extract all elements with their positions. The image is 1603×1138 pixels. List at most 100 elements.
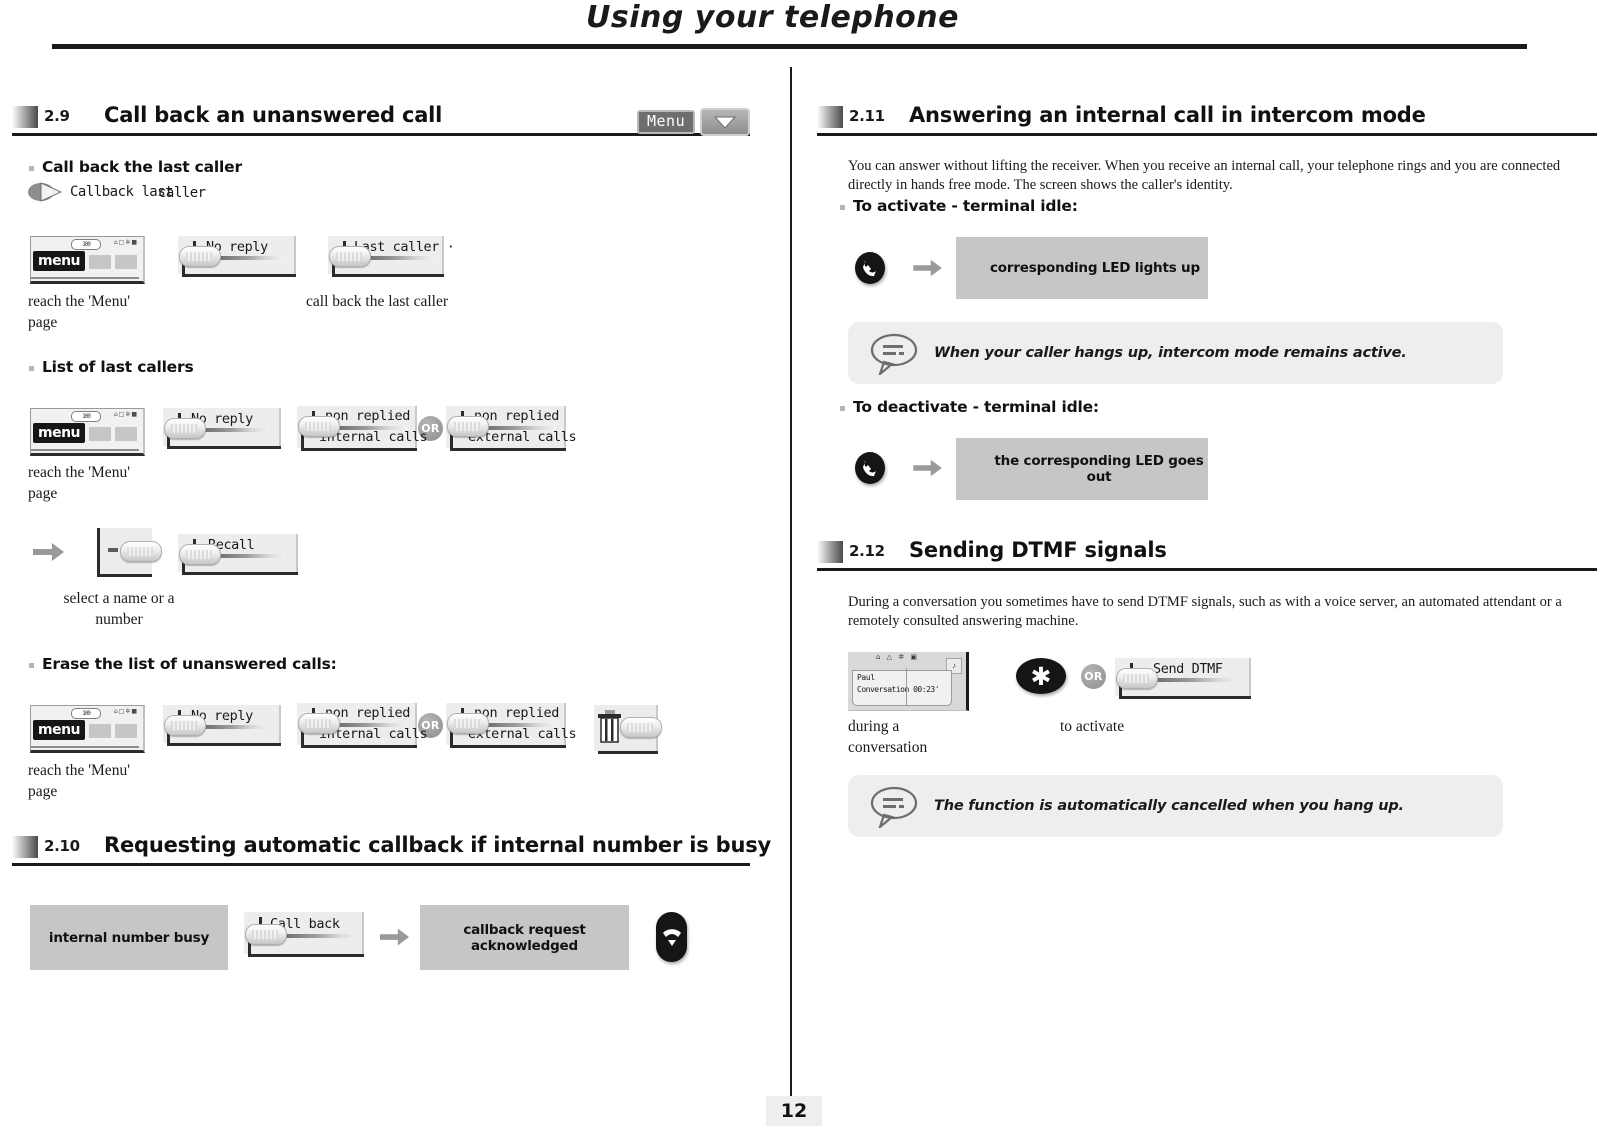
- softkey-non-replied-internal-calls-2[interactable]: non replied internal calls: [297, 703, 428, 748]
- softkey-line: [201, 725, 269, 729]
- display-status-icons: ⌂□✲■: [113, 708, 138, 715]
- softkey-recall[interactable]: Recall: [178, 534, 298, 575]
- caption-reach-menu-page-1: reach the 'Menu' page: [28, 291, 158, 333]
- section-number: 2.12: [849, 542, 885, 560]
- section-number: 2.9: [44, 107, 70, 125]
- section-rule: [12, 863, 750, 866]
- star-key[interactable]: ✱: [1016, 658, 1066, 694]
- section-rule: [817, 568, 1597, 571]
- menu-badge-label: Menu: [637, 110, 696, 134]
- display-block-b: [115, 255, 137, 269]
- softkey-no-reply-2[interactable]: No reply: [163, 408, 281, 449]
- softkey-knob-texture: [305, 422, 331, 431]
- softkey-knob-texture: [454, 719, 480, 728]
- softkey-no-reply-1[interactable]: No reply: [178, 236, 296, 277]
- softkey-knob-texture: [305, 719, 331, 728]
- softkey-knob[interactable]: [164, 715, 206, 736]
- navigator-select-widget[interactable]: [97, 528, 162, 577]
- section-rule: [817, 133, 1597, 136]
- softkey-knob[interactable]: [620, 717, 662, 738]
- note-text: When your caller hangs up, intercom mode…: [934, 345, 1407, 361]
- display-block-b: [115, 724, 137, 738]
- softkey-knob[interactable]: [245, 924, 287, 945]
- page-number: 12: [766, 1096, 822, 1126]
- note-bubble-icon: [870, 333, 918, 375]
- softkey-line: [201, 428, 269, 432]
- caption-to-activate: to activate: [1060, 718, 1125, 735]
- softkey-knob[interactable]: [298, 416, 340, 437]
- softkey-knob-texture: [252, 930, 278, 939]
- softkey-knob[interactable]: [298, 713, 340, 734]
- caption-reach-menu-page-2: reach the 'Menu' page: [28, 464, 130, 502]
- phone-display-menu-page-2: 100 ⌂□✲■ menu: [30, 408, 145, 456]
- softkey-knob-texture: [627, 723, 653, 732]
- status-led-goes-out: the corresponding LED goes out: [956, 438, 1208, 500]
- note-text: The function is automatically cancelled …: [934, 798, 1404, 814]
- display-block-a: [89, 724, 111, 738]
- arrow-right-icon: [913, 259, 942, 277]
- subhead-to-deactivate: To deactivate - terminal idle:: [840, 398, 1099, 416]
- hang-up-key[interactable]: [656, 912, 687, 962]
- or-badge-3: OR: [1081, 664, 1106, 689]
- navigator-knob[interactable]: [120, 541, 162, 562]
- note-intercom-remains-active: When your caller hangs up, intercom mode…: [848, 322, 1503, 384]
- display-pill-icon: 100: [71, 708, 101, 719]
- softkey-knob[interactable]: [447, 416, 489, 437]
- subhead-call-back-last-caller: Call back the last caller: [29, 158, 242, 176]
- softkey-line: [366, 256, 434, 260]
- intercom-key-deactivate[interactable]: [855, 452, 885, 484]
- softkey-knob[interactable]: [447, 713, 489, 734]
- handset-icon: [863, 260, 876, 277]
- section-swatch: [12, 836, 38, 858]
- note-bubble-icon: [870, 786, 918, 828]
- softkey-call-back[interactable]: Call back: [244, 912, 364, 957]
- softkey-non-replied-external-calls-1[interactable]: non replied external calls: [446, 406, 577, 451]
- arrow-right-icon: [913, 459, 942, 477]
- softkey-knob[interactable]: [164, 418, 206, 439]
- chevron-down-icon[interactable]: [700, 108, 751, 136]
- handset-down-icon: [662, 929, 681, 946]
- navigator-dash-icon: [108, 548, 118, 552]
- softkey-knob[interactable]: [179, 246, 221, 267]
- display-vertical-separator: [906, 668, 907, 706]
- phone-display-menu-page-1: 100 ⌂□✲■ menu: [30, 236, 145, 284]
- feature-code-caller: caller: [158, 185, 206, 201]
- section-title: Answering an internal call in intercom m…: [909, 103, 1426, 127]
- navigator-knob-texture: [127, 547, 153, 556]
- display-block-a: [89, 427, 111, 441]
- section-number: 2.11: [849, 107, 885, 125]
- softkey-knob[interactable]: [179, 544, 221, 565]
- menu-navigation-badge[interactable]: Menu: [637, 108, 751, 136]
- feature-arrow-glyph: [28, 182, 63, 202]
- subhead-erase-list: Erase the list of unanswered calls:: [29, 655, 337, 673]
- flow-arrow-select: [33, 540, 65, 569]
- intro-paragraph-2-12: During a conversation you sometimes have…: [848, 594, 1562, 629]
- phone-display-conversation: ⌂ △ ✲ ▣ ♪ Paul Conversation 00:23': [848, 652, 969, 711]
- display-caller-name: Paul: [857, 673, 875, 682]
- caption-during-conversation: during a conversation: [848, 718, 928, 756]
- feature-arrow-icon: [28, 182, 66, 202]
- arrow-right-icon: [380, 928, 410, 946]
- softkey-non-replied-external-calls-2[interactable]: non replied external calls: [446, 703, 577, 748]
- status-led-lights-up: corresponding LED lights up: [956, 237, 1208, 299]
- softkey-erase-trash[interactable]: [594, 705, 662, 754]
- caption-select-name-or-number: select a name or a number: [63, 590, 175, 628]
- intro-paragraph-2-11: You can answer without lifting the recei…: [848, 158, 1561, 193]
- softkey-last-caller[interactable]: Last caller ·: [328, 236, 455, 277]
- display-block-b: [115, 427, 137, 441]
- section-heading-2-11: 2.11 Answering an internal call in inter…: [817, 103, 1597, 136]
- softkey-line: [1153, 678, 1239, 682]
- softkey-knob[interactable]: [1116, 668, 1158, 689]
- flow-arrow-activate: [913, 257, 943, 284]
- column-divider: [790, 67, 792, 1102]
- softkey-no-reply-3[interactable]: No reply: [163, 705, 281, 746]
- softkey-knob-texture: [171, 424, 197, 433]
- softkey-knob[interactable]: [329, 246, 371, 267]
- softkey-send-dtmf[interactable]: Send DTMF: [1115, 658, 1251, 699]
- softkey-non-replied-internal-calls-1[interactable]: non replied internal calls: [297, 406, 428, 451]
- intercom-key-activate[interactable]: [855, 252, 885, 284]
- softkey-line: [282, 934, 358, 938]
- arrow-right-icon: [33, 543, 64, 561]
- status-internal-number-busy: internal number busy: [30, 905, 228, 970]
- display-menu-label: menu: [33, 251, 85, 271]
